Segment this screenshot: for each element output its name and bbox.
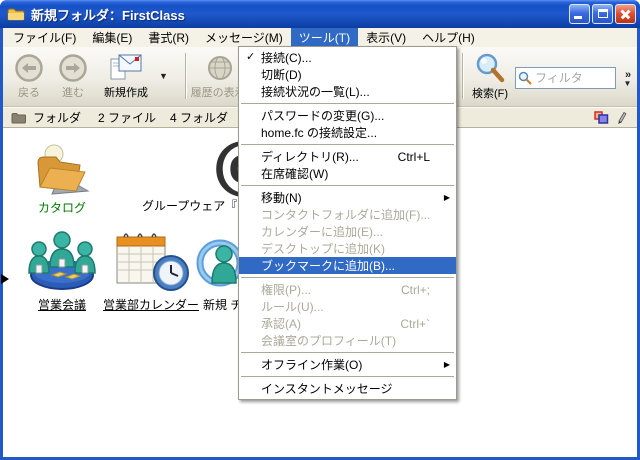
desktop-icon-catalog[interactable]: カタログ xyxy=(25,199,99,216)
menu-item-instant-message[interactable]: インスタントメッセージ xyxy=(239,380,456,397)
menu-item-offline-work[interactable]: オフライン作業(O) ▶ xyxy=(239,356,456,373)
search-button[interactable]: 検索(F) xyxy=(467,52,513,101)
menu-item-label: ルール(U)... xyxy=(261,298,324,315)
menu-format[interactable]: 書式(R) xyxy=(140,28,197,47)
submenu-arrow-icon: ▶ xyxy=(444,193,450,202)
layers-icon[interactable] xyxy=(594,111,609,124)
menu-view[interactable]: 表示(V) xyxy=(358,28,414,47)
menu-item-label: home.fc の接続設定... xyxy=(261,124,377,141)
sales-meeting-icon[interactable] xyxy=(26,229,98,293)
menu-item-label: インスタントメッセージ xyxy=(261,380,393,397)
menu-item-add-to-calendar[interactable]: カレンダーに追加(E)... xyxy=(239,223,456,240)
desktop-icon-sales-calendar[interactable]: 営業部カレンダー xyxy=(102,296,200,313)
menu-item-label: 権限(P)... xyxy=(261,281,311,298)
window-title: 新規フォルダ：FirstClass xyxy=(31,5,185,24)
titlebar: 新規フォルダ：FirstClass xyxy=(0,0,640,28)
minimize-icon xyxy=(574,16,582,19)
menu-help[interactable]: ヘルプ(H) xyxy=(414,28,483,47)
menu-item-label: 接続(C)... xyxy=(261,49,312,66)
menu-tools[interactable]: ツール(T) xyxy=(291,28,358,47)
menu-item-homefc-connection-settings[interactable]: home.fc の接続設定... xyxy=(239,124,456,141)
search-label: 検索(F) xyxy=(472,85,508,101)
folder-count: 4 フォルダ xyxy=(170,109,228,126)
folder-type-label: フォルダ xyxy=(33,109,81,126)
menu-item-connection-list[interactable]: 接続状況の一覧(L)... xyxy=(239,83,456,100)
close-button[interactable] xyxy=(615,4,636,24)
menu-edit[interactable]: 編集(E) xyxy=(84,28,140,47)
menu-item-label: ブックマークに追加(B)... xyxy=(261,257,395,274)
menu-item-permissions[interactable]: 権限(P)... Ctrl+; xyxy=(239,281,456,298)
menu-item-rules[interactable]: ルール(U)... xyxy=(239,298,456,315)
history-globe-icon xyxy=(205,53,235,83)
menu-item-change-password[interactable]: パスワードの変更(G)... xyxy=(239,107,456,124)
toolbar-separator xyxy=(185,53,187,99)
menu-item-label: パスワードの変更(G)... xyxy=(261,107,384,124)
menu-item-label: カレンダーに追加(E)... xyxy=(261,223,383,240)
sales-calendar-icon[interactable] xyxy=(112,229,190,293)
minimize-button[interactable] xyxy=(569,4,590,24)
maximize-icon xyxy=(598,9,608,18)
tools-menu: ✓ 接続(C)... 切断(D) 接続状況の一覧(L)... パスワードの変更(… xyxy=(238,46,457,400)
menu-item-approve[interactable]: 承認(A) Ctrl+` xyxy=(239,315,456,332)
firstclass-window: 新規フォルダ：FirstClass ファイル(F) 編集(E) 書式(R) メッ… xyxy=(0,0,640,460)
menu-item-label: 接続状況の一覧(L)... xyxy=(261,83,370,100)
menu-message[interactable]: メッセージ(M) xyxy=(197,28,291,47)
menu-item-add-to-contact-folder[interactable]: コンタクトフォルダに追加(F)... xyxy=(239,206,456,223)
menu-item-directory[interactable]: ディレクトリ(R)... Ctrl+L xyxy=(239,148,456,165)
menu-item-label: 在席確認(W) xyxy=(261,165,328,182)
back-arrow-icon xyxy=(14,53,44,83)
menu-item-label: 移動(N) xyxy=(261,189,302,206)
maximize-button[interactable] xyxy=(592,4,613,24)
new-message-icon xyxy=(108,53,144,83)
catalog-folder-icon[interactable] xyxy=(32,141,92,199)
forward-button[interactable]: 進む xyxy=(51,53,95,100)
menu-item-conference-profile[interactable]: 会議室のプロフィール(T) xyxy=(239,332,456,349)
pane-expand-arrow[interactable] xyxy=(1,274,9,284)
menu-separator xyxy=(241,185,454,186)
menu-item-presence-check[interactable]: 在席確認(W) xyxy=(239,165,456,182)
menu-item-move[interactable]: 移動(N) ▶ xyxy=(239,189,456,206)
submenu-arrow-icon: ▶ xyxy=(444,360,450,369)
menu-item-label: ディレクトリ(R)... xyxy=(261,148,359,165)
menu-item-add-to-bookmarks[interactable]: ブックマークに追加(B)... xyxy=(239,257,456,274)
menu-item-add-to-desktop[interactable]: デスクトップに追加(K) xyxy=(239,240,456,257)
checkmark-icon: ✓ xyxy=(246,50,255,63)
menu-item-connect[interactable]: ✓ 接続(C)... xyxy=(239,49,456,66)
overflow-down-icon: ▼ xyxy=(624,80,632,88)
menubar: ファイル(F) 編集(E) 書式(R) メッセージ(M) ツール(T) 表示(V… xyxy=(3,28,637,47)
search-icon xyxy=(474,52,506,84)
menu-item-label: コンタクトフォルダに追加(F)... xyxy=(261,206,430,223)
menu-shortcut: Ctrl+; xyxy=(401,283,430,297)
new-message-dropdown-arrow[interactable]: ▼ xyxy=(159,71,168,81)
menu-separator xyxy=(241,352,454,353)
menu-separator xyxy=(241,144,454,145)
back-button[interactable]: 戻る xyxy=(7,53,51,100)
menu-file[interactable]: ファイル(F) xyxy=(5,28,84,47)
toolbar-overflow-button[interactable]: » ▼ xyxy=(619,65,636,92)
menu-separator xyxy=(241,277,454,278)
back-label: 戻る xyxy=(18,84,40,100)
edit-pencil-icon[interactable] xyxy=(616,111,627,125)
menu-item-label: 切断(D) xyxy=(261,66,302,83)
filter-input[interactable] xyxy=(515,67,616,89)
menu-item-label: 承認(A) xyxy=(261,315,301,332)
menu-item-disconnect[interactable]: 切断(D) xyxy=(239,66,456,83)
menu-shortcut: Ctrl+L xyxy=(398,150,430,164)
menu-separator xyxy=(241,103,454,104)
menu-separator xyxy=(241,376,454,377)
menu-item-label: オフライン作業(O) xyxy=(261,356,362,373)
forward-label: 進む xyxy=(62,84,84,100)
forward-arrow-icon xyxy=(58,53,88,83)
menu-item-label: デスクトップに追加(K) xyxy=(261,240,385,257)
desktop-icon-sales-meeting[interactable]: 営業会議 xyxy=(16,296,108,313)
file-count: 2 ファイル xyxy=(98,109,156,126)
menu-item-label: 会議室のプロフィール(T) xyxy=(261,332,396,349)
toolbar-separator xyxy=(462,53,464,99)
new-message-button[interactable]: 新規作成 xyxy=(98,53,154,100)
folder-type-icon xyxy=(11,112,26,124)
menu-shortcut: Ctrl+` xyxy=(400,317,430,331)
new-message-label: 新規作成 xyxy=(104,84,148,100)
folder-icon xyxy=(7,7,25,22)
